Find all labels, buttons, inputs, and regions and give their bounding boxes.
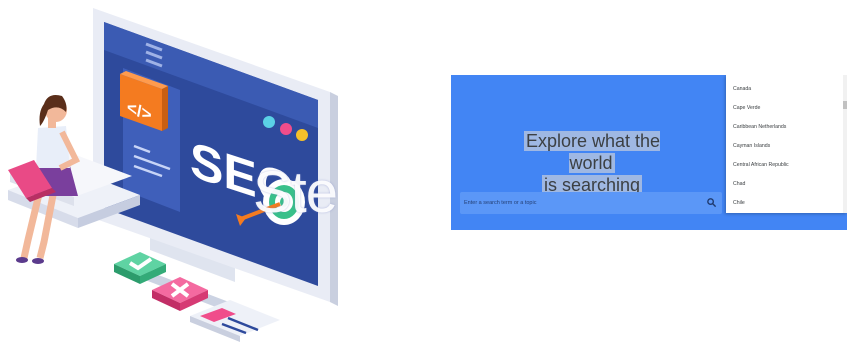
- dropdown-scrollbar[interactable]: [843, 75, 847, 213]
- hero-heading: Explore what the world is searching: [501, 130, 683, 196]
- search-input[interactable]: [464, 196, 694, 210]
- country-option-caribbean-netherlands[interactable]: Caribbean Netherlands: [726, 118, 847, 137]
- country-option-chile[interactable]: Chile: [726, 194, 847, 213]
- overlay-text: Ste: [253, 160, 338, 225]
- search-icon[interactable]: [706, 197, 717, 208]
- country-option-canada[interactable]: Canada: [726, 80, 847, 99]
- country-option-cayman-islands[interactable]: Cayman Islands: [726, 137, 847, 156]
- search-bar[interactable]: [460, 192, 722, 214]
- country-dropdown[interactable]: Canada Cape Verde Caribbean Netherlands …: [726, 75, 847, 213]
- window-dot-cyan: [263, 116, 275, 128]
- country-option-chad[interactable]: Chad: [726, 175, 847, 194]
- window-dot-yellow: [296, 129, 308, 141]
- seo-illustration: </> SEO Ste: [0, 0, 345, 352]
- web-card: [190, 300, 280, 342]
- country-option-central-african-republic[interactable]: Central African Republic: [726, 156, 847, 175]
- hero-line-1: Explore what the world: [523, 131, 661, 173]
- dropdown-scroll-thumb[interactable]: [843, 101, 847, 109]
- woman-with-laptop: [8, 95, 81, 264]
- window-dot-pink: [280, 123, 292, 135]
- trends-screenshot: Explore what the world is searching Cana…: [451, 75, 847, 230]
- country-option-cape-verde[interactable]: Cape Verde: [726, 99, 847, 118]
